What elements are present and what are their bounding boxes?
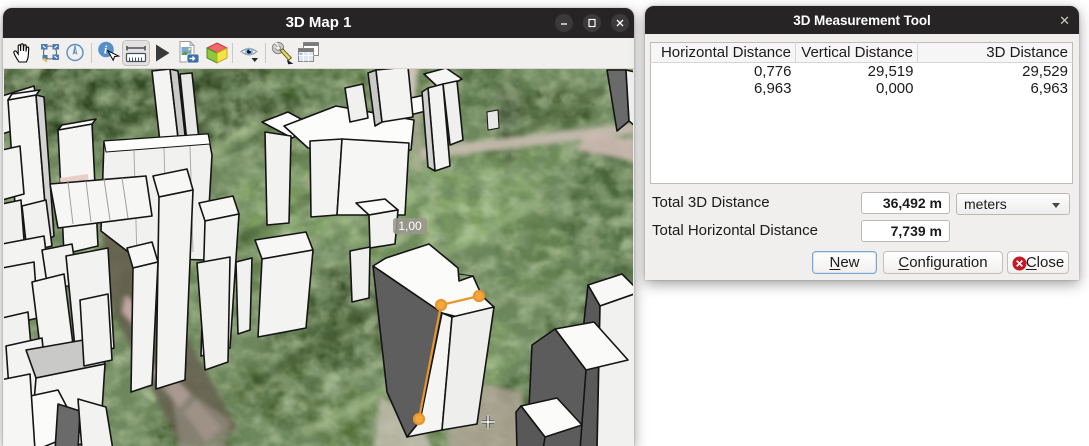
svg-text:1,00: 1,00 xyxy=(398,219,422,233)
